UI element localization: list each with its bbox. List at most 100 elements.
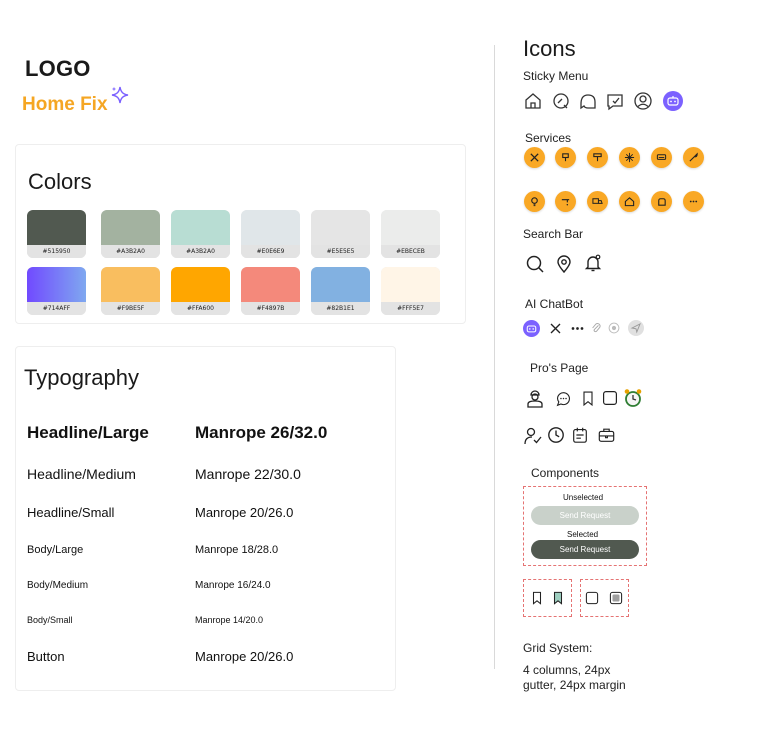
sticky-menu-label: Sticky Menu <box>523 69 589 83</box>
typography-card: Typography Headline/Large Manrope 26/32.0… <box>15 346 396 691</box>
components-label: Components <box>531 466 600 480</box>
grid-line-2: gutter, 24px margin <box>523 678 626 692</box>
notification-bell-icon[interactable] <box>583 253 603 273</box>
color-swatch: #FFF5E7 <box>381 267 440 315</box>
color-swatch: #A3B2A0 <box>171 210 230 258</box>
checkbox-icon[interactable] <box>602 390 618 406</box>
send-request-button-unselected[interactable]: Send Request <box>531 506 639 525</box>
swatch-code: #F4897B <box>241 302 300 315</box>
swatch-code: #A3B2A0 <box>101 245 160 258</box>
worker-icon[interactable] <box>525 388 545 408</box>
color-swatch: #714AFF <box>27 267 86 315</box>
checkbox-checked-icon[interactable] <box>609 591 623 605</box>
color-swatch: #E5E5E5 <box>311 210 370 258</box>
calendar-icon[interactable] <box>571 426 589 444</box>
snowflake-icon[interactable] <box>619 147 640 168</box>
close-icon[interactable] <box>548 321 563 336</box>
column-divider <box>494 45 495 669</box>
type-style-spec: Manrope 18/28.0 <box>195 544 279 556</box>
mic-icon[interactable] <box>607 321 621 335</box>
swatch-fill <box>381 210 440 245</box>
swatch-fill <box>311 210 370 245</box>
swatch-code: #E0E6E9 <box>241 245 300 258</box>
color-swatch: #A3B2A0 <box>101 210 160 258</box>
bookmark-filled-icon[interactable] <box>551 590 565 606</box>
more-icon[interactable] <box>683 191 704 212</box>
swatch-fill <box>27 267 86 302</box>
tools-icon[interactable] <box>524 147 545 168</box>
send-icon[interactable] <box>628 320 644 336</box>
moving-truck-icon[interactable] <box>587 191 608 212</box>
colors-title: Colors <box>28 169 92 194</box>
type-style-name: Headline/Medium <box>27 466 136 482</box>
type-style-spec: Manrope 22/30.0 <box>195 466 301 482</box>
swatch-fill <box>381 267 440 302</box>
send-request-button-selected[interactable]: Send Request <box>531 540 639 559</box>
chat-bubbles-icon[interactable] <box>578 91 598 111</box>
typing-dots-icon <box>570 321 585 336</box>
briefcase-icon[interactable] <box>597 426 616 444</box>
unselected-label: Unselected <box>563 493 604 502</box>
type-style-spec: Manrope 14/20.0 <box>195 615 264 625</box>
alarm-clock-icon[interactable] <box>623 388 643 408</box>
brand-name: Home Fix <box>22 94 108 115</box>
swatch-fill <box>311 267 370 302</box>
home-icon[interactable] <box>619 191 640 212</box>
swatch-code: #515950 <box>27 245 86 258</box>
message-check-icon[interactable] <box>605 91 625 111</box>
type-style-spec: Manrope 20/26.0 <box>195 649 294 664</box>
type-style-name: Body/Small <box>27 615 73 625</box>
pros-page-label: Pro's Page <box>530 361 589 375</box>
selected-label: Selected <box>567 530 599 539</box>
plumbing-icon[interactable] <box>555 147 576 168</box>
paint-roller-icon[interactable] <box>587 147 608 168</box>
color-swatch: #E0E6E9 <box>241 210 300 258</box>
clock-icon[interactable] <box>547 426 565 444</box>
ac-unit-icon[interactable] <box>651 147 672 168</box>
sparkle-icon <box>110 85 130 105</box>
typography-title: Typography <box>24 365 139 390</box>
color-swatch: #FFA600 <box>171 267 230 315</box>
color-swatch: #515950 <box>27 210 86 258</box>
swatch-fill <box>241 210 300 245</box>
swatch-fill <box>171 210 230 245</box>
type-style-name: Headline/Large <box>27 423 149 442</box>
swatch-code: #F9BE5F <box>101 302 160 315</box>
type-style-spec: Manrope 20/26.0 <box>195 505 294 520</box>
checkbox-icon[interactable] <box>585 591 599 605</box>
location-pin-icon[interactable] <box>554 254 574 274</box>
bookmark-icon[interactable] <box>580 390 596 407</box>
swatch-code: #EBECEB <box>381 245 440 258</box>
swatch-fill <box>101 210 160 245</box>
cleaning-hand-icon[interactable] <box>651 191 672 212</box>
color-swatch: #F9BE5F <box>101 267 160 315</box>
lightbulb-icon[interactable] <box>524 191 545 212</box>
profile-icon[interactable] <box>633 91 653 111</box>
bookmark-icon[interactable] <box>530 590 544 606</box>
bot-icon[interactable] <box>523 320 540 337</box>
search-bar-label: Search Bar <box>523 227 584 241</box>
grid-line-1: 4 columns, 24px <box>523 663 611 677</box>
attachment-icon[interactable] <box>590 321 603 335</box>
swatch-fill <box>241 267 300 302</box>
bot-icon[interactable] <box>663 91 683 111</box>
chat-icon[interactable] <box>555 390 572 407</box>
search-icon[interactable] <box>525 254 545 274</box>
colors-card: Colors #515950 #A3B2A0 #A3B2A0 #E0E6E9 #E5E5… <box>15 144 466 324</box>
swatch-code: #82B1E1 <box>311 302 370 315</box>
swatch-fill <box>171 267 230 302</box>
color-swatch: #82B1E1 <box>311 267 370 315</box>
type-style-name: Headline/Small <box>27 505 115 520</box>
swatch-code: #714AFF <box>27 302 86 315</box>
faucet-icon[interactable] <box>555 191 576 212</box>
services-label: Services <box>525 131 572 145</box>
color-swatch: #F4897B <box>241 267 300 315</box>
type-style-spec: Manrope 26/32.0 <box>195 423 328 442</box>
swatch-code: #FFA600 <box>171 302 230 315</box>
user-check-icon[interactable] <box>523 426 543 446</box>
search-chat-icon[interactable] <box>551 91 571 111</box>
home-icon[interactable] <box>523 91 543 111</box>
swatch-fill <box>27 210 86 245</box>
gardening-icon[interactable] <box>683 147 704 168</box>
type-style-name: Body/Medium <box>27 580 89 591</box>
